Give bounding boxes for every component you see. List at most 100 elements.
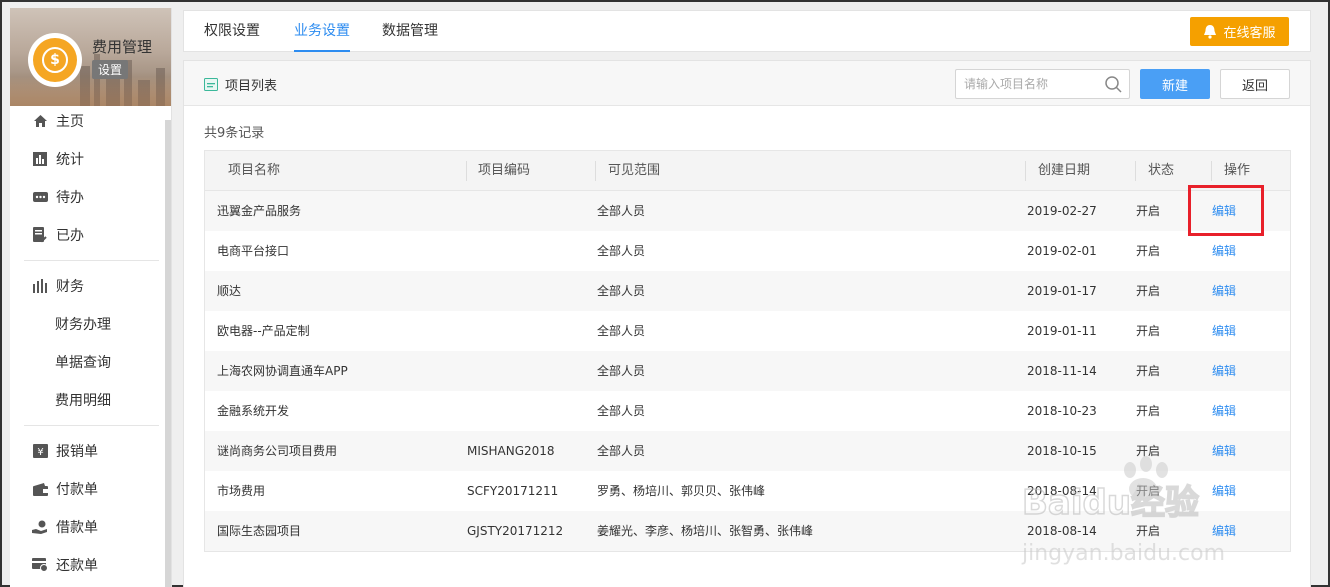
sidebar-item-label: 财务办理 bbox=[55, 317, 111, 333]
cell-created-date: 2018-08-14 bbox=[1027, 524, 1097, 538]
column-header-code: 项目编码 bbox=[478, 163, 531, 178]
sidebar-item-payment[interactable]: 付款单 bbox=[10, 470, 171, 508]
reimbursement-icon: ¥ bbox=[32, 443, 48, 459]
cell-project-name: 迅翼金产品服务 bbox=[217, 204, 302, 218]
sidebar-item-home[interactable]: 主页 bbox=[10, 102, 171, 140]
table-row: 国际生态园项目 GJSTY20171212 姜耀光、李彦、杨培川、张智勇、张伟峰 20… bbox=[205, 511, 1290, 551]
panel-title-text: 项目列表 bbox=[225, 79, 278, 94]
cell-status: 开启 bbox=[1136, 204, 1161, 218]
new-button[interactable]: 新建 bbox=[1140, 69, 1210, 99]
bar-chart-icon bbox=[32, 151, 48, 167]
cell-status: 开启 bbox=[1136, 404, 1161, 418]
search-icon[interactable] bbox=[1105, 76, 1122, 97]
cell-status: 开启 bbox=[1136, 244, 1161, 258]
sidebar-item-todo[interactable]: 待办 bbox=[10, 178, 171, 216]
cell-created-date: 2018-10-23 bbox=[1027, 404, 1097, 418]
settings-badge: 设置 bbox=[92, 60, 129, 79]
back-button[interactable]: 返回 bbox=[1220, 69, 1290, 99]
cell-created-date: 2019-02-27 bbox=[1027, 204, 1097, 218]
cell-project-code: MISHANG2018 bbox=[467, 444, 555, 458]
app-logo: $ bbox=[28, 33, 82, 87]
cell-created-date: 2018-11-14 bbox=[1027, 364, 1097, 378]
column-header-status: 状态 bbox=[1148, 163, 1175, 178]
panel-title: 项目列表 bbox=[204, 75, 277, 94]
finance-icon bbox=[32, 278, 48, 294]
cell-project-code: GJSTY20171212 bbox=[467, 524, 564, 538]
sidebar-item-repayment[interactable]: 还款单 bbox=[10, 546, 171, 584]
column-header-scope: 可见范围 bbox=[608, 163, 661, 178]
cell-project-name: 欧电器--产品定制 bbox=[217, 324, 310, 338]
sidebar-item-document-query[interactable]: 单据查询 bbox=[10, 343, 171, 381]
sidebar-scrollbar[interactable] bbox=[165, 120, 171, 587]
cell-visible-scope: 全部人员 bbox=[597, 444, 646, 458]
sidebar-item-label: 费用明细 bbox=[55, 393, 111, 409]
sidebar-item-stats[interactable]: 统计 bbox=[10, 140, 171, 178]
cell-status: 开启 bbox=[1136, 284, 1161, 298]
cell-visible-scope: 全部人员 bbox=[597, 364, 646, 378]
cell-created-date: 2019-01-17 bbox=[1027, 284, 1097, 298]
edit-link[interactable]: 编辑 bbox=[1212, 391, 1236, 431]
svg-text:¥: ¥ bbox=[37, 447, 43, 458]
cell-visible-scope: 姜耀光、李彦、杨培川、张智勇、张伟峰 bbox=[597, 524, 814, 538]
divider bbox=[24, 260, 159, 261]
sidebar-nav: 主页 统计 待办 已办 财务 财务办理 单据查询 费用明细 ¥ 报销单 付款单 … bbox=[10, 102, 171, 584]
sidebar-item-finance-process[interactable]: 财务办理 bbox=[10, 305, 171, 343]
cell-status: 开启 bbox=[1136, 364, 1161, 378]
loan-icon bbox=[32, 519, 48, 535]
table-row: 谜尚商务公司项目费用 MISHANG2018 全部人员 2018-10-15 开启 编辑 bbox=[205, 431, 1290, 471]
table-body: 迅翼金产品服务 全部人员 2019-02-27 开启 编辑 电商平台接口 全部人员 2019-… bbox=[205, 191, 1290, 551]
edit-link[interactable]: 编辑 bbox=[1212, 311, 1236, 351]
app-title: 费用管理 bbox=[92, 38, 153, 56]
sidebar-item-loan[interactable]: 借款单 bbox=[10, 508, 171, 546]
sidebar-item-label: 报销单 bbox=[56, 444, 98, 460]
sidebar-item-done[interactable]: 已办 bbox=[10, 216, 171, 254]
wallet-icon bbox=[32, 481, 48, 497]
sidebar: $ 费用管理 设置 主页 统计 待办 已办 财务 财务办理 单据查询 费用明细 … bbox=[10, 8, 172, 587]
tab-business-settings[interactable]: 业务设置 bbox=[294, 11, 350, 52]
cell-visible-scope: 全部人员 bbox=[597, 324, 646, 338]
sidebar-item-label: 待办 bbox=[56, 190, 84, 206]
edit-link[interactable]: 编辑 bbox=[1212, 271, 1236, 311]
edit-link[interactable]: 编辑 bbox=[1212, 351, 1236, 391]
cell-status: 开启 bbox=[1136, 484, 1161, 498]
panel-header: 项目列表 新建 返回 bbox=[184, 61, 1310, 106]
sidebar-item-label: 借款单 bbox=[56, 520, 98, 536]
repayment-icon bbox=[32, 557, 48, 573]
table-row: 市场费用 SCFY20171211 罗勇、杨培川、郭贝贝、张伟峰 2018-08-14… bbox=[205, 471, 1290, 511]
sidebar-item-reimbursement[interactable]: ¥ 报销单 bbox=[10, 432, 171, 470]
project-list-panel: 项目列表 新建 返回 共9条记录 项目名称 项目编码 可见范围 创建日期 bbox=[183, 60, 1311, 587]
column-header-name: 项目名称 bbox=[228, 163, 281, 178]
cell-project-name: 谜尚商务公司项目费用 bbox=[217, 444, 338, 458]
search-input[interactable] bbox=[956, 70, 1096, 98]
chat-bell-icon bbox=[1203, 24, 1217, 39]
sidebar-item-finance[interactable]: 财务 bbox=[10, 267, 171, 305]
cell-status: 开启 bbox=[1136, 324, 1161, 338]
online-service-button[interactable]: 在线客服 bbox=[1190, 17, 1289, 46]
cell-project-code: SCFY20171211 bbox=[467, 484, 559, 498]
edit-link[interactable]: 编辑 bbox=[1212, 431, 1236, 471]
table-header: 项目名称 项目编码 可见范围 创建日期 状态 操作 bbox=[205, 151, 1290, 191]
cell-project-name: 上海农网协调直通车APP bbox=[217, 364, 348, 378]
sidebar-item-label: 已办 bbox=[56, 228, 84, 244]
sidebar-item-label: 单据查询 bbox=[55, 355, 111, 371]
edit-highlight-box bbox=[1188, 185, 1264, 236]
cell-status: 开启 bbox=[1136, 524, 1161, 538]
cell-project-name: 电商平台接口 bbox=[217, 244, 290, 258]
top-tab-bar: 权限设置 业务设置 数据管理 在线客服 bbox=[183, 10, 1311, 52]
cell-visible-scope: 全部人员 bbox=[597, 284, 646, 298]
sidebar-item-label: 财务 bbox=[56, 279, 84, 295]
tab-permission-settings[interactable]: 权限设置 bbox=[204, 11, 260, 52]
table-row: 迅翼金产品服务 全部人员 2019-02-27 开启 编辑 bbox=[205, 191, 1290, 231]
edit-link[interactable]: 编辑 bbox=[1212, 511, 1236, 551]
cell-created-date: 2018-08-14 bbox=[1027, 484, 1097, 498]
edit-link[interactable]: 编辑 bbox=[1212, 471, 1236, 511]
cell-visible-scope: 全部人员 bbox=[597, 404, 646, 418]
tab-data-management[interactable]: 数据管理 bbox=[382, 11, 438, 52]
cell-project-name: 国际生态园项目 bbox=[217, 524, 302, 538]
edit-link[interactable]: 编辑 bbox=[1212, 231, 1236, 271]
cell-created-date: 2019-02-01 bbox=[1027, 244, 1097, 258]
table-row: 电商平台接口 全部人员 2019-02-01 开启 编辑 bbox=[205, 231, 1290, 271]
project-table: 项目名称 项目编码 可见范围 创建日期 状态 操作 迅翼金产品服务全部人员 201… bbox=[204, 150, 1291, 552]
window-frame: $ 费用管理 设置 主页 统计 待办 已办 财务 财务办理 单据查询 费用明细 … bbox=[0, 0, 1330, 587]
sidebar-item-expense-detail[interactable]: 费用明细 bbox=[10, 381, 171, 419]
